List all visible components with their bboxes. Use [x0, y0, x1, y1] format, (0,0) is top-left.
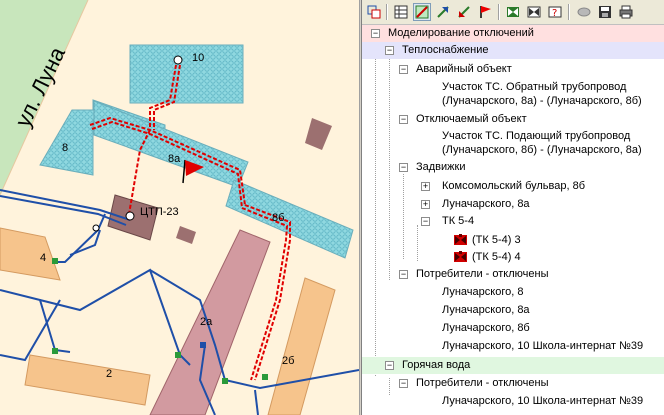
building-10-label: 10 [192, 52, 205, 64]
save-icon[interactable] [596, 3, 614, 21]
tree-item-emergency[interactable]: − Аварийный объект [362, 61, 664, 78]
tree-item-valve-1[interactable]: + Комсомольский бульвар, 8б [362, 178, 664, 195]
tree-item-consumer-3[interactable]: Луначарского, 8б [362, 320, 664, 337]
network-map[interactable]: ул. Луна 10 8 8а 8б ЦТП-23 4 2 2а 2б [0, 0, 359, 415]
tree-item-valve-2[interactable]: + Луначарского, 8а [362, 196, 664, 213]
tree-item-hw-consumer-1[interactable]: Луначарского, 10 Школа-интернат №39 [362, 393, 664, 410]
tree-item-root[interactable]: − Моделирование отключений [362, 25, 664, 42]
small-building-2 [176, 226, 196, 244]
tree-item-valve-3-sub-2[interactable]: (ТК 5-4) 4 [362, 249, 664, 266]
print-icon[interactable] [617, 3, 635, 21]
building-4[interactable] [0, 227, 61, 281]
valve-3-sub-2-label: (ТК 5-4) 4 [472, 251, 521, 263]
valve-3-label: ТК 5-4 [442, 215, 475, 227]
building-2[interactable] [24, 354, 151, 406]
valve-red-icon[interactable] [525, 3, 543, 21]
tree-item-emergency-object-cont[interactable]: (Луначарского, 8а) - (Луначарского, 8б) [362, 93, 664, 110]
small-building-1 [305, 118, 332, 150]
svg-text:?: ? [552, 8, 557, 19]
tree-item-heat[interactable]: − Теплоснабжение [362, 42, 664, 59]
building-8-label: 8 [62, 142, 69, 154]
help-icon[interactable]: ? [546, 3, 564, 21]
tree-item-hw-consumers-label: Потребители - отключены [416, 377, 549, 389]
tree-item-disconnected-object-cont[interactable]: (Луначарского, 8б) - (Луначарского, 8а) [362, 142, 664, 159]
building-8b-label: 8б [272, 212, 285, 224]
tree-item-hotwater[interactable]: − Горячая вода [362, 357, 664, 374]
valve-1-label: Комсомольский бульвар, 8б [442, 180, 586, 192]
red-flag-icon[interactable] [476, 3, 494, 21]
tree-item-disconnected-label: Отключаемый объект [416, 113, 527, 125]
valve-green-icon[interactable] [504, 3, 522, 21]
tree-item-consumer-2[interactable]: Луначарского, 8а [362, 302, 664, 319]
tree-item-consumers[interactable]: − Потребители - отключены [362, 266, 664, 283]
building-2b[interactable] [267, 277, 336, 415]
building-2b-label: 2б [282, 355, 295, 367]
consumer-1-label: Луначарского, 8 [442, 286, 524, 298]
emergency-object-line2: (Луначарского, 8а) - (Луначарского, 8б) [442, 95, 642, 107]
redo-flag-icon[interactable] [455, 3, 473, 21]
consumer-2-label: Луначарского, 8а [442, 304, 530, 316]
tree-item-hotwater-label: Горячая вода [402, 359, 471, 371]
tree-item-emergency-label: Аварийный объект [416, 63, 512, 75]
network-active-icon[interactable] [413, 3, 431, 21]
building-2-label: 2 [106, 368, 113, 380]
tree-item-valve-3-sub-1[interactable]: (ТК 5-4) 3 [362, 232, 664, 249]
disconnected-object-line2: (Луначарского, 8б) - (Луначарского, 8а) [442, 144, 642, 156]
tree-item-root-label: Моделирование отключений [388, 27, 534, 39]
tree-item-consumer-4[interactable]: Луначарского, 10 Школа-интернат №39 [362, 338, 664, 355]
shutdown-panel: ? − Моделирование отключений − Теплоснаб… [361, 0, 664, 415]
shutdown-tree[interactable]: − Моделирование отключений − Теплоснабже… [362, 25, 664, 415]
valve-closed-icon [454, 234, 467, 245]
building-8a-label: 8а [168, 153, 181, 165]
building-2a-label: 2а [200, 316, 213, 328]
consumer-4-label: Луначарского, 10 Школа-интернат №39 [442, 340, 644, 352]
tree-item-valve-3[interactable]: − ТК 5-4 [362, 213, 664, 230]
valve-3-sub-1-label: (ТК 5-4) 3 [472, 234, 521, 246]
tree-item-consumers-label: Потребители - отключены [416, 268, 549, 280]
tree-item-disconnected[interactable]: − Отключаемый объект [362, 111, 664, 128]
consumer-3-label: Луначарского, 8б [442, 322, 530, 334]
ctp-label: ЦТП-23 [140, 206, 179, 218]
tree-item-consumer-1[interactable]: Луначарского, 8 [362, 284, 664, 301]
valve-closed-icon [454, 251, 467, 262]
tree-item-valves-label: Задвижки [416, 161, 466, 173]
toolbar: ? [362, 0, 664, 25]
undo-flag-icon[interactable] [434, 3, 452, 21]
building-4-label: 4 [40, 252, 47, 264]
disk-gray-icon[interactable] [575, 3, 593, 21]
refresh-icon[interactable] [365, 3, 383, 21]
valve-2-label: Луначарского, 8а [442, 198, 530, 210]
hw-consumer-1-label: Луначарского, 10 Школа-интернат №39 [442, 395, 644, 407]
building-10[interactable] [129, 44, 244, 104]
tree-item-heat-label: Теплоснабжение [402, 44, 489, 56]
tree-item-valves[interactable]: − Задвижки [362, 159, 664, 176]
tree-item-hw-consumers[interactable]: − Потребители - отключены [362, 375, 664, 392]
table-icon[interactable] [392, 3, 410, 21]
